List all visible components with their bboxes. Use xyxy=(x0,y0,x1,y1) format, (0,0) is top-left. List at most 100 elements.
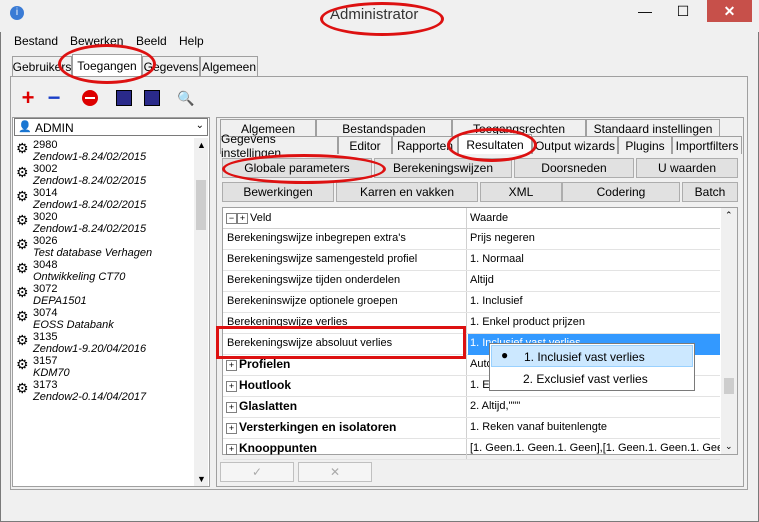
list-item[interactable]: ⚙ 3048 Ontwikkeling CT70 xyxy=(14,259,194,283)
list-item[interactable]: ⚙ 3173 Zendow2-0.14/04/2017 xyxy=(14,379,194,403)
row-separator xyxy=(466,418,467,438)
database-name: Zendow1-8.24/02/2015 xyxy=(33,175,147,187)
tab-gegevens-instellingen[interactable]: Gegevens instellingen xyxy=(220,132,338,160)
row-separator xyxy=(466,397,467,417)
menu-bestand[interactable]: Bestand xyxy=(14,34,58,48)
row-field: Berekeningswijze samengesteld profiel xyxy=(227,253,418,265)
import-icon[interactable] xyxy=(114,88,134,108)
collapse-all-icon[interactable]: − xyxy=(226,213,237,224)
user-combo-value: ADMIN xyxy=(35,121,74,135)
grid-scroll-up-icon[interactable]: ⌃ xyxy=(725,210,733,221)
selected-bullet-icon: ● xyxy=(501,348,509,362)
row-field: Berekeninswijze optionele groepen xyxy=(227,295,398,307)
header-field: Veld xyxy=(250,212,272,224)
button-codering[interactable]: Codering xyxy=(562,182,680,202)
list-item[interactable]: ⚙ 2980 Zendow1-8.24/02/2015 xyxy=(14,139,194,163)
list-item[interactable]: ⚙ 3014 Zendow1-8.24/02/2015 xyxy=(14,187,194,211)
list-item[interactable]: ⚙ 3002 Zendow1-8.24/02/2015 xyxy=(14,163,194,187)
dropdown-option-exclusief[interactable]: 2. Exclusief vast verlies xyxy=(491,368,693,390)
row-separator xyxy=(466,355,467,375)
list-item[interactable]: ⚙ 3135 Zendow1-9.20/04/2016 xyxy=(14,331,194,355)
menu-help[interactable]: Help xyxy=(179,34,204,48)
tab-algemeen[interactable]: Algemeen xyxy=(200,56,258,76)
tab-standaard-instellingen[interactable]: Standaard instellingen xyxy=(586,119,720,137)
table-row[interactable]: Berekeningswijze inbegrepen extra's Prijs… xyxy=(223,229,720,250)
database-name: Test database Verhagen xyxy=(33,247,153,259)
row-field: Versterkingen en isolatoren xyxy=(239,420,397,434)
grid-scrollbar[interactable]: ⌃ ⌄ xyxy=(721,208,737,454)
close-button[interactable]: ✕ xyxy=(707,0,752,22)
database-name: Ontwikkeling CT70 xyxy=(33,271,126,283)
expand-icon[interactable]: + xyxy=(226,360,237,371)
export-icon[interactable] xyxy=(142,88,162,108)
expand-icon[interactable]: + xyxy=(226,381,237,392)
tab-plugins[interactable]: Plugins xyxy=(618,136,672,154)
list-item[interactable]: ⚙ 3072 DEPA1501 xyxy=(14,283,194,307)
button-batch[interactable]: Batch xyxy=(682,182,738,202)
scroll-down-icon[interactable]: ▼ xyxy=(197,474,206,484)
row-value: 1. Enkel product prijzen xyxy=(470,316,585,328)
grid-scroll-down-icon[interactable]: ⌄ xyxy=(725,441,733,452)
button-bewerkingen[interactable]: Bewerkingen xyxy=(222,182,334,202)
menu-beeld[interactable]: Beeld xyxy=(136,34,167,48)
column-separator[interactable] xyxy=(466,208,467,228)
gear-icon: ⚙ xyxy=(16,164,29,180)
row-value: Prijs negeren xyxy=(470,232,535,244)
search-icon[interactable]: 🔍 xyxy=(176,88,196,108)
row-separator xyxy=(466,229,467,249)
chevron-down-icon: ⌄ xyxy=(195,120,204,131)
database-id: 2980 xyxy=(33,139,58,151)
database-name: Zendow1-8.24/02/2015 xyxy=(33,199,147,211)
add-icon[interactable]: + xyxy=(18,85,38,110)
button-doorsneden[interactable]: Doorsneden xyxy=(514,158,634,178)
gear-icon: ⚙ xyxy=(16,332,29,348)
table-row[interactable]: Berekeninswijze optionele groepen 1. Incl… xyxy=(223,292,720,313)
expand-icon[interactable]: + xyxy=(226,402,237,413)
annotation-resultaten xyxy=(447,128,537,162)
expand-icon[interactable]: + xyxy=(226,423,237,434)
tab-output-wizards[interactable]: Output wizards xyxy=(532,136,618,154)
cancel-button[interactable]: ✕ xyxy=(298,462,372,482)
expand-all-icon[interactable]: + xyxy=(237,213,248,224)
row-value: 1. Reken vanaf buitenlengte xyxy=(470,421,607,433)
remove-icon[interactable]: − xyxy=(44,85,64,110)
list-item[interactable]: ⚙ 3157 KDM70 xyxy=(14,355,194,379)
scroll-thumb[interactable] xyxy=(196,180,206,230)
minimize-button[interactable]: — xyxy=(630,0,660,22)
button-xml[interactable]: XML xyxy=(480,182,562,202)
button-karren-en-vakken[interactable]: Karren en vakken xyxy=(336,182,478,202)
database-id: 3002 xyxy=(33,163,58,175)
table-row[interactable]: Berekeningswijze tijden onderdelen Altijd xyxy=(223,271,720,292)
row-value: 1. Normaal xyxy=(470,253,524,265)
delete-icon[interactable] xyxy=(80,88,100,108)
database-id: 3135 xyxy=(33,331,58,343)
list-item[interactable]: ⚙ 3020 Zendow1-8.24/02/2015 xyxy=(14,211,194,235)
list-item[interactable]: ⚙ 3074 EOSS Databank xyxy=(14,307,194,331)
list-item[interactable]: ⚙ 3026 Test database Verhagen xyxy=(14,235,194,259)
table-row[interactable]: + Versterkingen en isolatoren 1. Reken van… xyxy=(223,418,720,439)
table-row[interactable]: + Knooppunten [1. Geen.1. Geen.1. Geen],[1… xyxy=(223,439,720,460)
user-combo[interactable]: 👤 ADMIN ⌄ xyxy=(14,118,208,136)
gear-icon: ⚙ xyxy=(16,356,29,372)
database-scrollbar[interactable]: ▲ ▼ xyxy=(194,138,208,486)
row-separator xyxy=(466,439,467,459)
row-field: Profielen xyxy=(239,357,291,371)
table-row[interactable]: Berekeningswijze samengesteld profiel 1. … xyxy=(223,250,720,271)
dropdown-option-inclusief[interactable]: ● 1. Inclusief vast verlies xyxy=(491,345,693,367)
expand-icon[interactable]: + xyxy=(226,444,237,455)
loss-mode-dropdown: ● 1. Inclusief vast verlies 2. Exclusief… xyxy=(489,343,695,391)
scroll-up-icon[interactable]: ▲ xyxy=(197,140,206,150)
database-id: 3026 xyxy=(33,235,58,247)
database-name: Zendow1-8.24/02/2015 xyxy=(33,223,147,235)
gear-icon: ⚙ xyxy=(16,188,29,204)
gear-icon: ⚙ xyxy=(16,380,29,396)
row-value: Altijd xyxy=(470,274,494,286)
tab-editor[interactable]: Editor xyxy=(338,136,392,154)
table-row[interactable]: + Glaslatten 2. Altijd,""" xyxy=(223,397,720,418)
row-separator xyxy=(466,250,467,270)
grid-scroll-thumb[interactable] xyxy=(724,378,734,394)
tab-importfilters[interactable]: Importfilters xyxy=(672,136,742,154)
maximize-button[interactable]: ☐ xyxy=(668,0,698,22)
button-u-waarden[interactable]: U waarden xyxy=(636,158,738,178)
confirm-button[interactable]: ✓ xyxy=(220,462,294,482)
